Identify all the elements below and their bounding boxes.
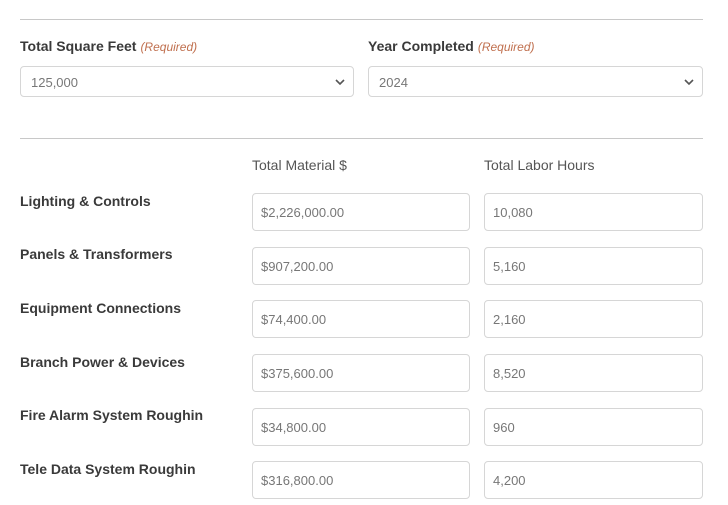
row-label-fire-alarm-system: Fire Alarm System Roughin: [20, 407, 204, 423]
year-completed-label: Year Completed (Required): [368, 38, 535, 54]
year-completed-select[interactable]: 2024: [368, 66, 703, 97]
material-input-equipment-connections[interactable]: $74,400.00: [252, 300, 470, 338]
labor-input-equipment-connections[interactable]: 2,160: [484, 300, 703, 338]
square-feet-value: 125,000: [31, 75, 78, 90]
material-input-tele-data-system[interactable]: $316,800.00: [252, 461, 470, 499]
chevron-down-icon: [684, 79, 694, 86]
row-label-panels-transformers: Panels & Transformers: [20, 246, 173, 262]
labor-input-fire-alarm-system[interactable]: 960: [484, 408, 703, 446]
required-marker: (Required): [477, 40, 535, 54]
required-marker: (Required): [140, 40, 198, 54]
labor-input-lighting-controls[interactable]: 10,080: [484, 193, 703, 231]
labor-input-panels-transformers[interactable]: 5,160: [484, 247, 703, 285]
row-label-tele-data-system: Tele Data System Roughin: [20, 461, 196, 477]
material-input-lighting-controls[interactable]: $2,226,000.00: [252, 193, 470, 231]
labor-input-tele-data-system[interactable]: 4,200: [484, 461, 703, 499]
row-label-equipment-connections: Equipment Connections: [20, 300, 181, 316]
row-label-branch-power-devices: Branch Power & Devices: [20, 354, 185, 370]
material-input-panels-transformers[interactable]: $907,200.00: [252, 247, 470, 285]
year-completed-value: 2024: [379, 75, 408, 90]
material-column-header: Total Material $: [252, 157, 347, 173]
chevron-down-icon: [335, 79, 345, 86]
square-feet-select[interactable]: 125,000: [20, 66, 354, 97]
row-label-lighting-controls: Lighting & Controls: [20, 193, 151, 209]
material-input-branch-power-devices[interactable]: $375,600.00: [252, 354, 470, 392]
square-feet-label: Total Square Feet (Required): [20, 38, 198, 54]
section-divider: [20, 138, 703, 139]
top-divider: [20, 19, 703, 20]
labor-input-branch-power-devices[interactable]: 8,520: [484, 354, 703, 392]
material-input-fire-alarm-system[interactable]: $34,800.00: [252, 408, 470, 446]
labor-column-header: Total Labor Hours: [484, 157, 595, 173]
